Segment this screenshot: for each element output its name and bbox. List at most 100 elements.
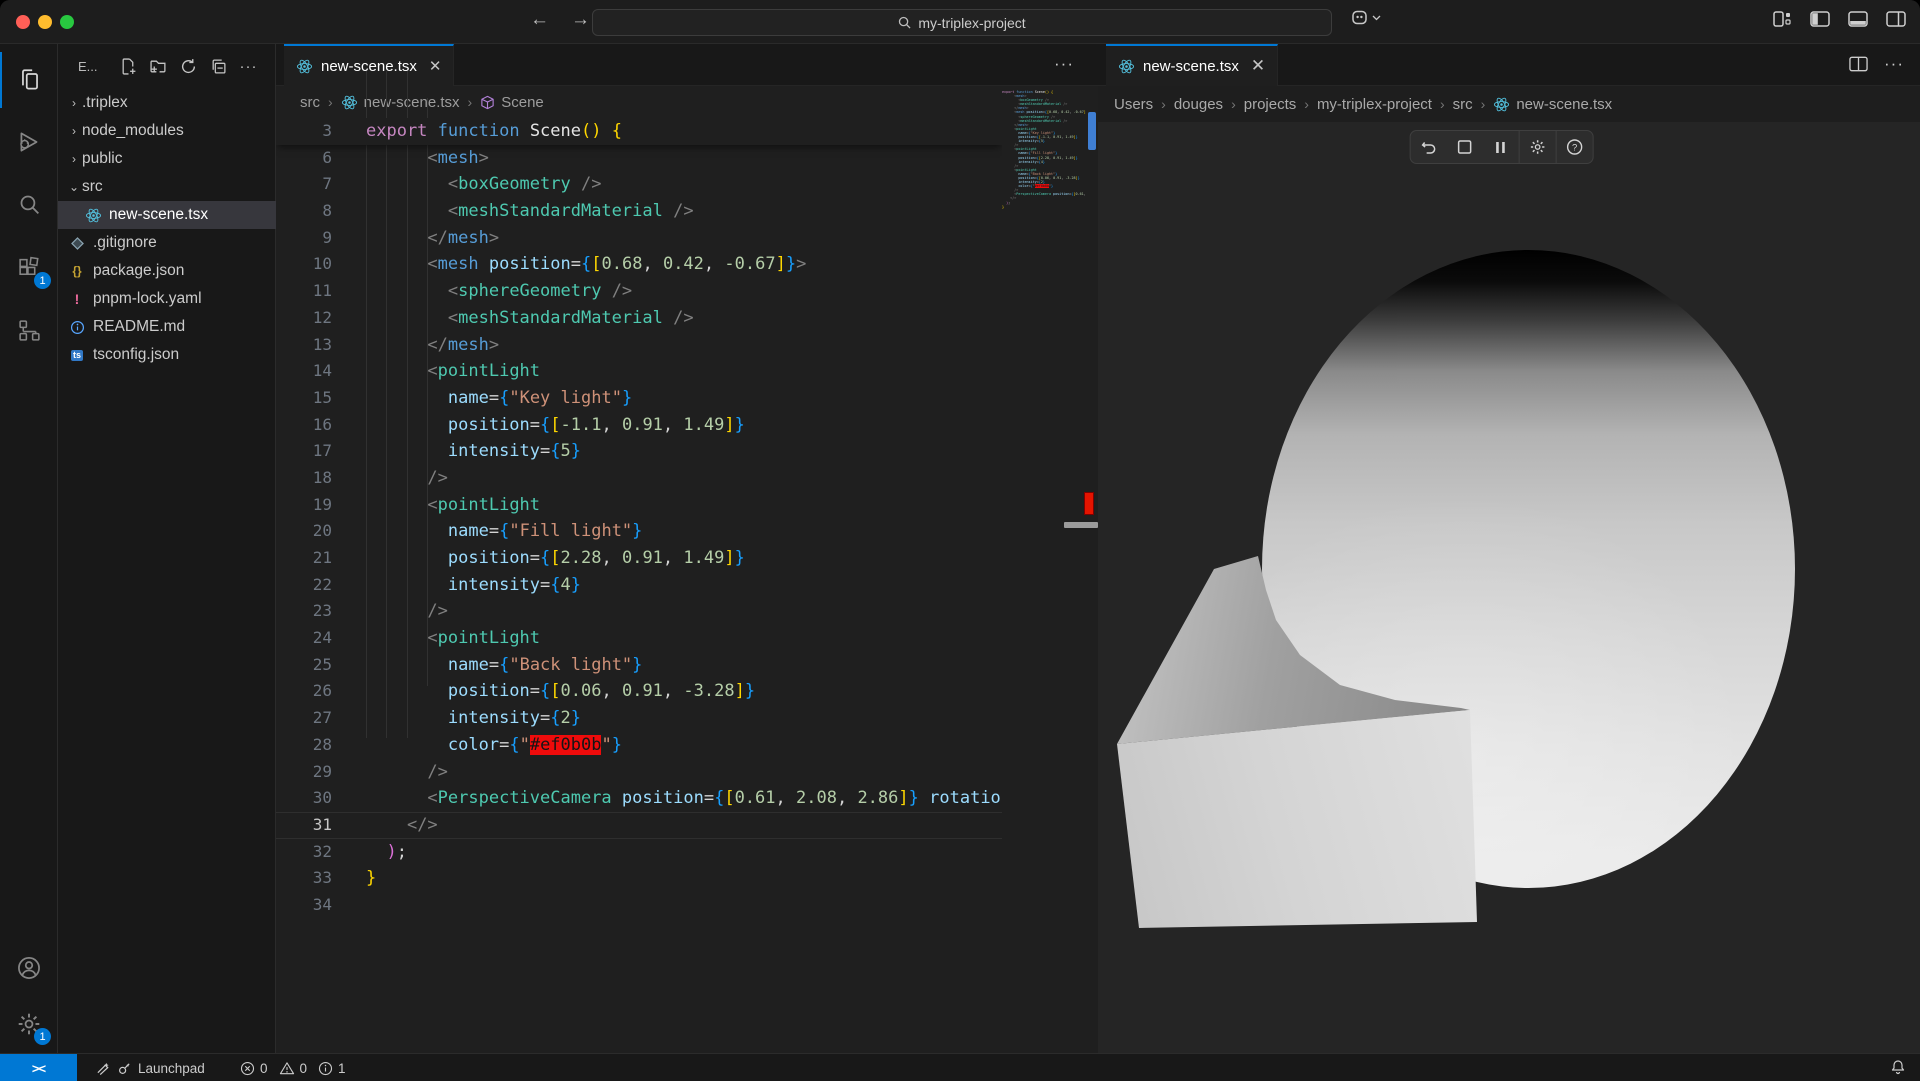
breadcrumb-users[interactable]: Users [1114, 96, 1153, 113]
refresh-icon[interactable] [180, 58, 197, 75]
toggle-panel-icon[interactable] [1848, 11, 1868, 27]
search-view-icon[interactable] [0, 176, 58, 232]
remote-indicator[interactable]: >< [0, 1054, 77, 1081]
code-line-28[interactable]: 28 color={"#ef0b0b"} [276, 732, 1002, 759]
hierarchy-view-icon[interactable] [0, 302, 58, 358]
tree-item--triplex[interactable]: ›.triplex [58, 89, 276, 117]
command-center-search[interactable]: my-triplex-project [592, 9, 1332, 36]
code-line-7[interactable]: 7 <boxGeometry /> [276, 171, 1002, 198]
launchpad-status-item[interactable]: Launchpad [96, 1054, 205, 1081]
code-line-22[interactable]: 22 intensity={4} [276, 572, 1002, 599]
code-line-16[interactable]: 16 position={[-1.1, 0.91, 1.49]} [276, 412, 1002, 439]
tree-item-public[interactable]: ›public [58, 145, 276, 173]
breadcrumb-new-scene-tsx[interactable]: new-scene.tsx [341, 94, 460, 111]
tree-item-tsconfig-json[interactable]: tstsconfig.json [58, 341, 276, 369]
sticky-scroll-line[interactable]: 3export function Scene() { [276, 118, 1002, 145]
code-line-32[interactable]: 32 ); [276, 839, 1002, 866]
tree-item--gitignore[interactable]: .gitignore [58, 229, 276, 257]
code-line-6[interactable]: 6 <mesh> [276, 145, 1002, 172]
panel-more-icon[interactable]: ··· [1884, 54, 1904, 74]
minimap[interactable]: export function Scene() { <mesh> <boxGeo… [1002, 90, 1086, 490]
code-line-15[interactable]: 15 name={"Key light"} [276, 385, 1002, 412]
editor-tab-new-scene[interactable]: new-scene.tsx ✕ [284, 44, 454, 86]
panel-tab-new-scene[interactable]: new-scene.tsx ✕ [1106, 44, 1278, 86]
code-line-33[interactable]: 33} [276, 865, 1002, 892]
tree-item-readme-md[interactable]: README.md [58, 313, 276, 341]
toggle-secondary-sidebar-icon[interactable] [1886, 11, 1906, 27]
code-line-8[interactable]: 8 <meshStandardMaterial /> [276, 198, 1002, 225]
code-line-26[interactable]: 26 position={[0.06, 0.91, -3.28]} [276, 678, 1002, 705]
line-number: 32 [276, 839, 332, 866]
breadcrumb-douges[interactable]: douges [1174, 96, 1223, 113]
code-line-11[interactable]: 11 <sphereGeometry /> [276, 278, 1002, 305]
explorer-more-icon[interactable]: ··· [240, 58, 258, 75]
settings-gear-icon[interactable]: 1 [0, 996, 58, 1052]
split-editor-icon[interactable] [1849, 56, 1868, 72]
breadcrumb-projects[interactable]: projects [1244, 96, 1297, 113]
code-line-20[interactable]: 20 name={"Fill light"} [276, 518, 1002, 545]
code-line-34[interactable]: 34 [276, 892, 1002, 919]
tree-item-package-json[interactable]: {}package.json [58, 257, 276, 285]
minimap-slider[interactable] [1088, 112, 1096, 150]
new-file-icon[interactable] [120, 58, 137, 75]
code-line-31[interactable]: 31 </> [276, 812, 1002, 839]
scene-cube-front-face[interactable] [1117, 708, 1477, 928]
breadcrumb-scene[interactable]: Scene [480, 94, 544, 111]
line-number: 27 [276, 705, 332, 732]
code-line-12[interactable]: 12 <meshStandardMaterial /> [276, 305, 1002, 332]
code-line-10[interactable]: 10 <mesh position={[0.68, 0.42, -0.67]}> [276, 251, 1002, 278]
tree-item-src[interactable]: ⌄src [58, 173, 276, 201]
breadcrumb-src[interactable]: src [300, 94, 320, 111]
toggle-primary-sidebar-icon[interactable] [1810, 11, 1830, 27]
nav-forward-icon[interactable]: → [571, 9, 590, 31]
customize-layout-icon[interactable] [1773, 11, 1792, 27]
code-line-3[interactable]: 3export function Scene() { [276, 118, 1002, 145]
help-icon[interactable]: ? [1557, 130, 1593, 164]
problems-status-item[interactable]: 0 0 1 [240, 1054, 346, 1081]
nav-back-icon[interactable]: ← [530, 9, 549, 31]
code-line-21[interactable]: 21 position={[2.28, 0.91, 1.49]} [276, 545, 1002, 572]
panel-tab-bar: new-scene.tsx ✕ ··· [1098, 44, 1920, 86]
code-editor[interactable]: 3export function Scene() { 6 <mesh>7 <bo… [276, 118, 1002, 1053]
tree-item-pnpm-lock-yaml[interactable]: !pnpm-lock.yaml [58, 285, 276, 313]
explorer-view-icon[interactable] [0, 52, 58, 108]
minimize-window-button[interactable] [38, 15, 52, 29]
scene-settings-gear-icon[interactable] [1520, 130, 1556, 164]
code-line-9[interactable]: 9 </mesh> [276, 225, 1002, 252]
frame-select-icon[interactable] [1447, 130, 1483, 164]
code-line-13[interactable]: 13 </mesh> [276, 332, 1002, 359]
undo-icon[interactable] [1411, 130, 1447, 164]
code-line-30[interactable]: 30 <PerspectiveCamera position={[0.61, 2… [276, 785, 1002, 812]
code-line-18[interactable]: 18 /> [276, 465, 1002, 492]
code-line-19[interactable]: 19 <pointLight [276, 492, 1002, 519]
maximize-window-button[interactable] [60, 15, 74, 29]
account-icon[interactable] [0, 940, 58, 996]
breadcrumb-my-triplex-project[interactable]: my-triplex-project [1317, 96, 1432, 113]
extensions-view-icon[interactable]: 1 [0, 240, 58, 296]
code-line-25[interactable]: 25 name={"Back light"} [276, 652, 1002, 679]
breadcrumb-new-scene-tsx[interactable]: new-scene.tsx [1493, 96, 1612, 113]
collapse-folders-icon[interactable] [210, 58, 227, 75]
code-line-17[interactable]: 17 intensity={5} [276, 438, 1002, 465]
tab-close-icon[interactable]: ✕ [1251, 56, 1265, 76]
breadcrumb-src[interactable]: src [1453, 96, 1473, 113]
run-debug-icon[interactable] [0, 114, 58, 170]
notifications-bell-icon[interactable] [1890, 1059, 1906, 1078]
code-line-29[interactable]: 29 /> [276, 759, 1002, 786]
scrollbar-handle[interactable] [1064, 522, 1098, 528]
remote-icon: >< [32, 1061, 45, 1076]
pause-icon[interactable] [1483, 130, 1519, 164]
editor-actions-more-icon[interactable]: ··· [1054, 54, 1074, 74]
scene-viewport[interactable]: ? [1098, 122, 1920, 1053]
tab-close-icon[interactable]: ✕ [429, 57, 442, 75]
code-line-24[interactable]: 24 <pointLight [276, 625, 1002, 652]
tree-item-node-modules[interactable]: ›node_modules [58, 117, 276, 145]
copilot-menu[interactable] [1350, 10, 1381, 25]
code-line-14[interactable]: 14 <pointLight [276, 358, 1002, 385]
close-window-button[interactable] [16, 15, 30, 29]
code-line-23[interactable]: 23 /> [276, 598, 1002, 625]
code-line-27[interactable]: 27 intensity={2} [276, 705, 1002, 732]
new-folder-icon[interactable] [150, 58, 167, 75]
panel-breadcrumbs: Users›douges›projects›my-triplex-project… [1098, 86, 1920, 122]
tree-item-new-scene-tsx[interactable]: new-scene.tsx [58, 201, 276, 229]
